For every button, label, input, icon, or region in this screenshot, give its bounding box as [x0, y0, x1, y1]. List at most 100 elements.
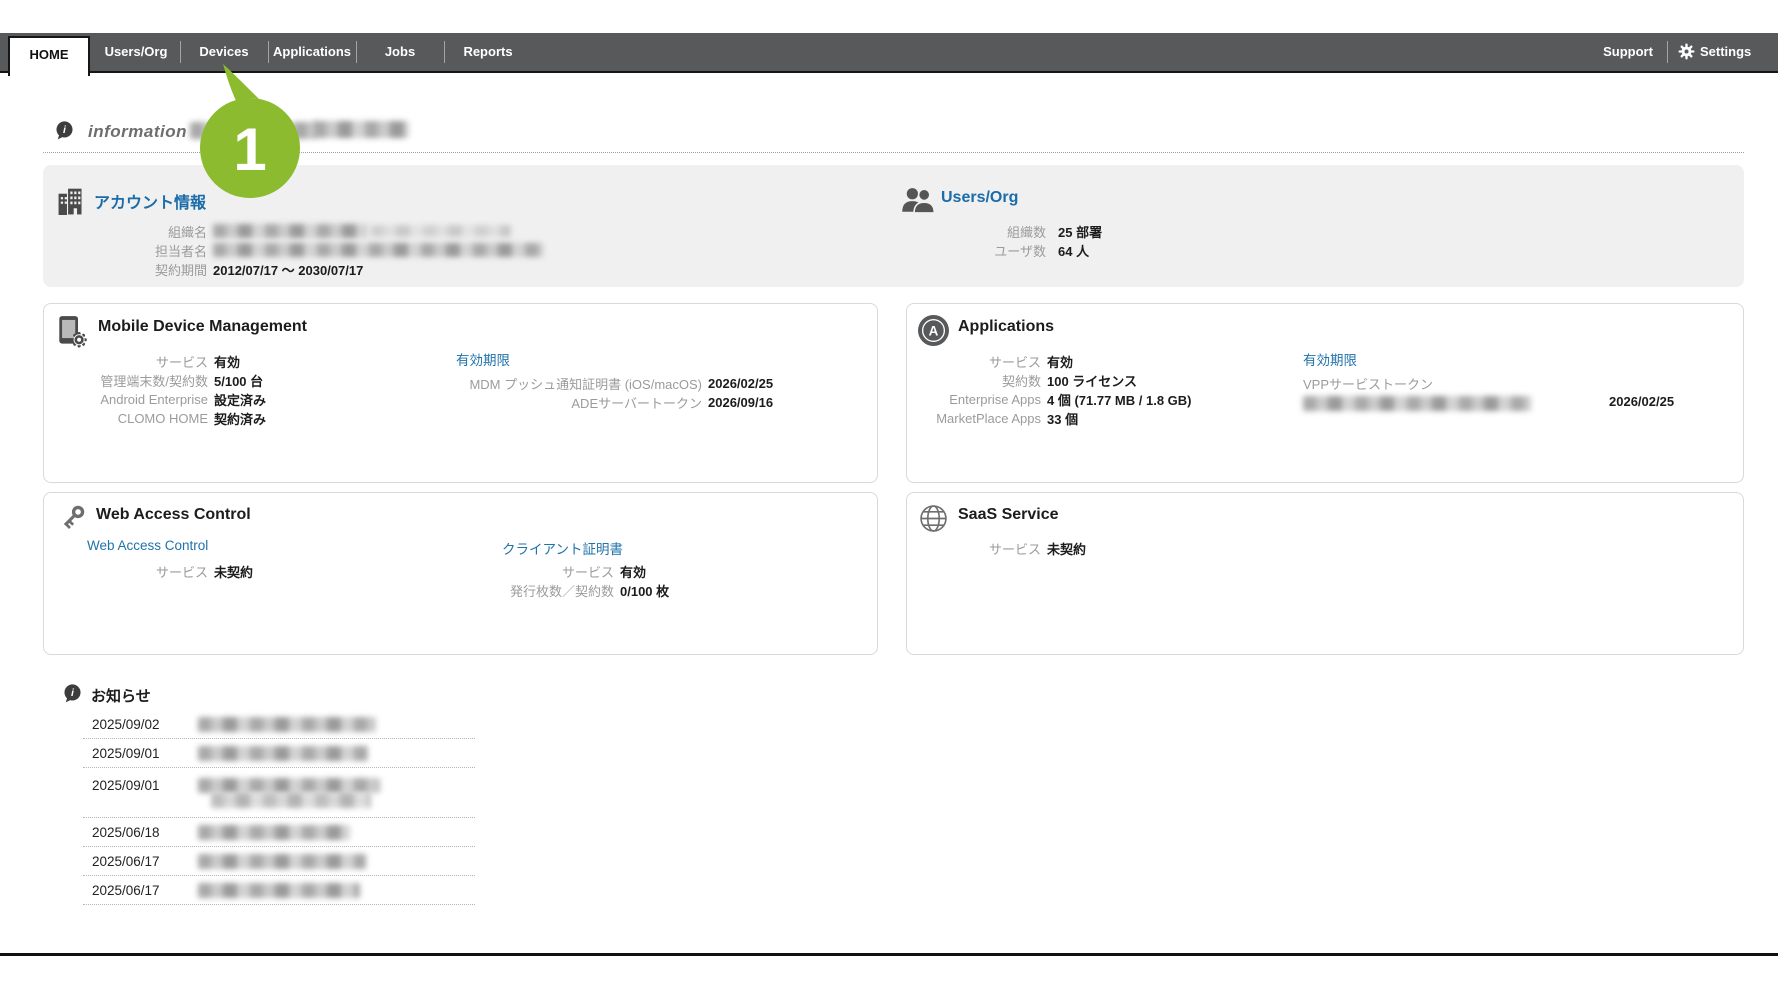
users-org-row: 組織数 25 部署	[906, 222, 1102, 241]
saas-rows: サービス 未契約	[911, 539, 1086, 558]
web-access-card: Web Access Control Web Access Control サー…	[43, 492, 878, 655]
field-value: 設定済み	[214, 390, 266, 409]
field-label: 発行枚数／契約数	[454, 581, 614, 600]
news-date: 2025/06/17	[83, 854, 176, 869]
account-panel: アカウント情報 組織名 担当者名 契約期間 2012/07/17 ～ 2030/…	[43, 165, 1744, 287]
redacted-text	[211, 793, 371, 808]
globe-icon	[919, 504, 948, 538]
mdm-expiry-row: ADEサーバートークン 2026/09/16	[402, 393, 773, 412]
mdm-expiry-rows: MDM プッシュ通知証明書 (iOS/macOS) 2026/02/25 ADE…	[402, 374, 773, 412]
info-bubble-icon: i	[55, 121, 74, 140]
tab-jobs[interactable]: Jobs	[356, 33, 444, 71]
applications-rows: サービス 有効 契約数 100 ライセンス Enterprise Apps 4 …	[911, 352, 1192, 428]
users-org-heading[interactable]: Users/Org	[941, 189, 1018, 207]
key-icon	[59, 504, 86, 536]
news-item[interactable]: 2025/09/01	[83, 739, 475, 768]
mdm-row: CLOMO HOME 契約済み	[48, 409, 266, 428]
field-value: 契約済み	[214, 409, 266, 428]
saas-row: サービス 未契約	[911, 539, 1086, 558]
news-date: 2025/06/18	[83, 825, 176, 840]
client-cert-link[interactable]: クライアント証明書	[502, 538, 623, 558]
applications-card: A Applications サービス 有効 契約数 100 ライセンス Ent…	[906, 303, 1744, 483]
redacted-text	[198, 778, 380, 793]
mdm-expiry-row: MDM プッシュ通知証明書 (iOS/macOS) 2026/02/25	[402, 374, 773, 393]
info-bubble-icon: i	[63, 684, 82, 703]
buildings-icon	[57, 187, 87, 220]
field-label: MarketPlace Apps	[911, 411, 1041, 426]
field-value: 0/100 枚	[620, 581, 669, 600]
web-access-title: Web Access Control	[96, 506, 251, 524]
tab-home[interactable]: HOME	[8, 36, 90, 76]
vpp-token-label: VPPサービストークン	[1303, 374, 1433, 393]
web-access-row: サービス 有効	[454, 562, 669, 581]
applications-expiry-link[interactable]: 有効期限	[1303, 349, 1357, 369]
news-item[interactable]: 2025/06/18	[83, 818, 475, 847]
applications-row: MarketPlace Apps 33 個	[911, 409, 1192, 428]
field-label: サービス	[911, 539, 1041, 558]
field-value: 5/100 台	[214, 371, 263, 390]
redacted-text	[198, 717, 376, 732]
applications-row: Enterprise Apps 4 個 (71.77 MB / 1.8 GB)	[911, 390, 1192, 409]
vpp-token-date: 2026/02/25	[1609, 394, 1674, 409]
redacted-text	[213, 224, 368, 238]
news-date: 2025/09/02	[83, 717, 176, 732]
users-icon	[901, 187, 935, 219]
news-item-line2	[83, 793, 475, 808]
mdm-rows: サービス 有効 管理端末数/契約数 5/100 台 Android Enterp…	[48, 352, 266, 428]
field-value: 4 個 (71.77 MB / 1.8 GB)	[1047, 390, 1192, 409]
field-value: 33 個	[1047, 409, 1078, 428]
redacted-text	[198, 746, 368, 761]
news-date: 2025/09/01	[83, 746, 176, 761]
nav-separator	[180, 41, 181, 63]
field-value: 有効	[214, 352, 240, 371]
nav-settings[interactable]: Settings	[1700, 33, 1760, 71]
footer-divider	[0, 953, 1778, 956]
news-list: 2025/09/02 2025/09/01 2025/09/01 2025/06…	[83, 710, 475, 905]
information-heading: information	[88, 122, 187, 142]
field-label: MDM プッシュ通知証明書 (iOS/macOS)	[402, 374, 702, 393]
news-item[interactable]: 2025/06/17	[83, 876, 475, 905]
news-heading: お知らせ	[91, 685, 151, 706]
web-access-link[interactable]: Web Access Control	[87, 538, 208, 553]
news-item[interactable]: 2025/09/01	[83, 768, 475, 818]
news-item[interactable]: 2025/06/17	[83, 847, 475, 876]
field-label: 契約数	[911, 371, 1041, 390]
field-label: ユーザ数	[906, 241, 1046, 260]
mdm-device-icon	[57, 315, 88, 353]
field-value: 2012/07/17 ～ 2030/07/17	[213, 260, 363, 279]
appstore-icon: A	[918, 315, 949, 351]
news-item[interactable]: 2025/09/02	[83, 710, 475, 739]
gear-icon	[1678, 43, 1695, 60]
web-access-row: 発行枚数／契約数 0/100 枚	[454, 581, 669, 600]
mdm-row: Android Enterprise 設定済み	[48, 390, 266, 409]
nav-separator	[268, 41, 269, 63]
field-value: 未契約	[214, 562, 253, 581]
field-label: 組織名	[47, 222, 207, 241]
mdm-expiry-link[interactable]: 有効期限	[456, 349, 510, 369]
field-label: サービス	[48, 352, 208, 371]
account-info-heading[interactable]: アカウント情報	[94, 189, 206, 213]
field-label: 担当者名	[47, 241, 207, 260]
field-value: 64 人	[1058, 241, 1089, 260]
mdm-row: サービス 有効	[48, 352, 266, 371]
tab-users-org[interactable]: Users/Org	[92, 33, 180, 71]
mdm-row: 管理端末数/契約数 5/100 台	[48, 371, 266, 390]
field-label: Android Enterprise	[48, 392, 208, 407]
nav-separator	[356, 41, 357, 63]
tab-applications[interactable]: Applications	[268, 33, 356, 71]
redacted-text	[198, 854, 366, 869]
section-divider	[43, 152, 1744, 153]
field-value: 2026/09/16	[708, 395, 773, 410]
nav-separator	[444, 41, 445, 63]
nav-separator	[1667, 41, 1668, 63]
news-date: 2025/09/01	[83, 778, 176, 793]
field-value: 有効	[620, 562, 646, 581]
field-label: 管理端末数/契約数	[48, 371, 208, 390]
web-access-right-rows: サービス 有効 発行枚数／契約数 0/100 枚	[454, 562, 669, 600]
field-label: サービス	[48, 562, 208, 581]
web-access-left-rows: サービス 未契約	[48, 562, 253, 581]
mdm-card: Mobile Device Management サービス 有効 管理端末数/契…	[43, 303, 878, 483]
tab-devices[interactable]: Devices	[180, 33, 268, 71]
field-value: 有効	[1047, 352, 1073, 371]
tab-reports[interactable]: Reports	[444, 33, 532, 71]
